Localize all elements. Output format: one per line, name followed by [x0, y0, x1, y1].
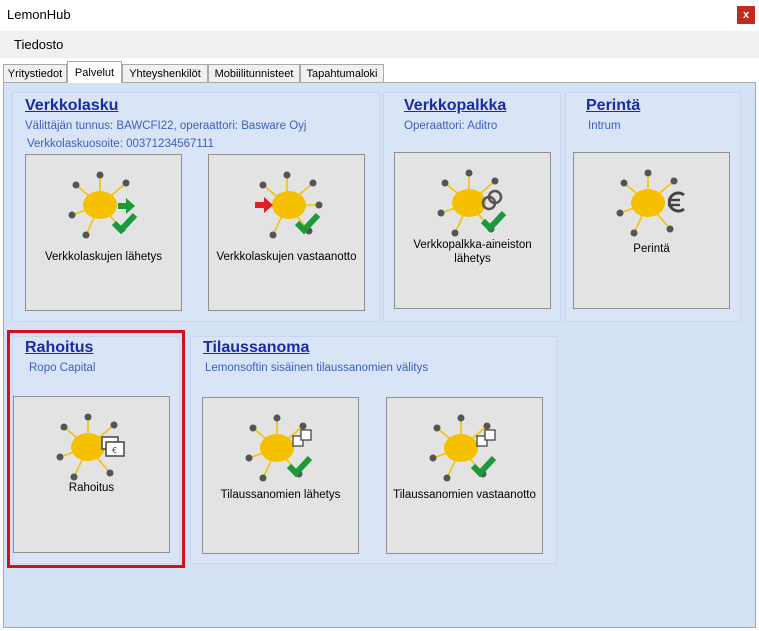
rahoitus-operator: Ropo Capital [29, 362, 96, 374]
verkkopalkka-lahetys-button[interactable]: Verkkopalkka-aineiston lähetys [394, 152, 551, 309]
verkkolasku-address: Verkkolaskuosoite: 00371234567111 [27, 138, 214, 150]
group-tilaussanoma: Tilaussanoma Lemonsoftin sisäinen tilaus… [190, 336, 557, 564]
verkkolaskujen-vastaanotto-button[interactable]: Verkkolaskujen vastaanotto [208, 154, 365, 311]
tilaussanoma-description: Lemonsoftin sisäinen tilaussanomien väli… [205, 362, 429, 374]
window-title: LemonHub [7, 7, 71, 22]
sun-box-check-icon [429, 414, 496, 482]
tile-label: Tilaussanomien lähetys [220, 489, 341, 501]
group-perinta: Perintä Intrum Perintä [565, 92, 741, 322]
svg-text:€: € [112, 446, 117, 455]
rahoitus-title[interactable]: Rahoitus [25, 339, 93, 357]
group-verkkolasku: Verkkolasku Välittäjän tunnus: BAWCFI22,… [12, 92, 380, 322]
sun-wallet-icon: € [56, 413, 125, 481]
tab-palvelut[interactable]: Palvelut [67, 61, 122, 83]
tab-yhteyshenkilot[interactable]: Yhteyshenkilöt [122, 64, 208, 82]
tile-label-line1: Verkkopalkka-aineiston [413, 239, 532, 251]
tab-yritystiedot[interactable]: Yritystiedot [3, 64, 67, 82]
menu-bar: Tiedosto [0, 31, 759, 58]
verkkolasku-operator: Välittäjän tunnus: BAWCFI22, operaattori… [25, 120, 307, 132]
perinta-operator: Intrum [588, 120, 621, 132]
group-rahoitus: Rahoitus Ropo Capital € Rahoitus [12, 336, 180, 564]
sun-link-check-icon [437, 169, 506, 237]
sun-receive-arrow-check-icon [254, 171, 322, 239]
perinta-button[interactable]: Perintä [573, 152, 730, 309]
rahoitus-button[interactable]: € Rahoitus [13, 396, 170, 553]
tilaussanomien-vastaanotto-button[interactable]: Tilaussanomien vastaanotto [386, 397, 543, 554]
tile-label: Verkkolaskujen vastaanotto [216, 251, 357, 263]
sun-box-check-icon [245, 414, 312, 482]
perinta-title[interactable]: Perintä [586, 97, 640, 115]
tab-tapahtumaloki[interactable]: Tapahtumaloki [300, 64, 384, 82]
close-button[interactable]: x [737, 6, 755, 24]
group-verkkopalkka: Verkkopalkka Operaattori: Aditro Verkkop… [383, 92, 561, 322]
tab-strip: Yritystiedot Palvelut Yhteyshenkilöt Mob… [0, 60, 759, 83]
menu-file[interactable]: Tiedosto [14, 37, 63, 52]
tile-label: Rahoitus [68, 482, 115, 494]
title-bar: LemonHub x [0, 0, 759, 30]
tab-mobiilitunnisteet[interactable]: Mobiilitunnisteet [208, 64, 300, 82]
tilaussanomien-lahetys-button[interactable]: Tilaussanomien lähetys [202, 397, 359, 554]
tile-label-line2: lähetys [454, 253, 491, 265]
tile-label: Tilaussanomien vastaanotto [393, 489, 536, 501]
verkkolasku-title[interactable]: Verkkolasku [25, 97, 118, 115]
sun-send-arrow-check-icon [68, 171, 137, 239]
tile-label: Perintä [633, 243, 670, 255]
verkkopalkka-operator: Operaattori: Aditro [404, 120, 498, 132]
verkkopalkka-title[interactable]: Verkkopalkka [404, 97, 506, 115]
tile-label: Verkkolaskujen lähetys [45, 251, 162, 263]
sun-euro-icon [616, 169, 685, 237]
tilaussanoma-title[interactable]: Tilaussanoma [203, 339, 309, 357]
verkkolaskujen-lahetys-button[interactable]: Verkkolaskujen lähetys [25, 154, 182, 311]
